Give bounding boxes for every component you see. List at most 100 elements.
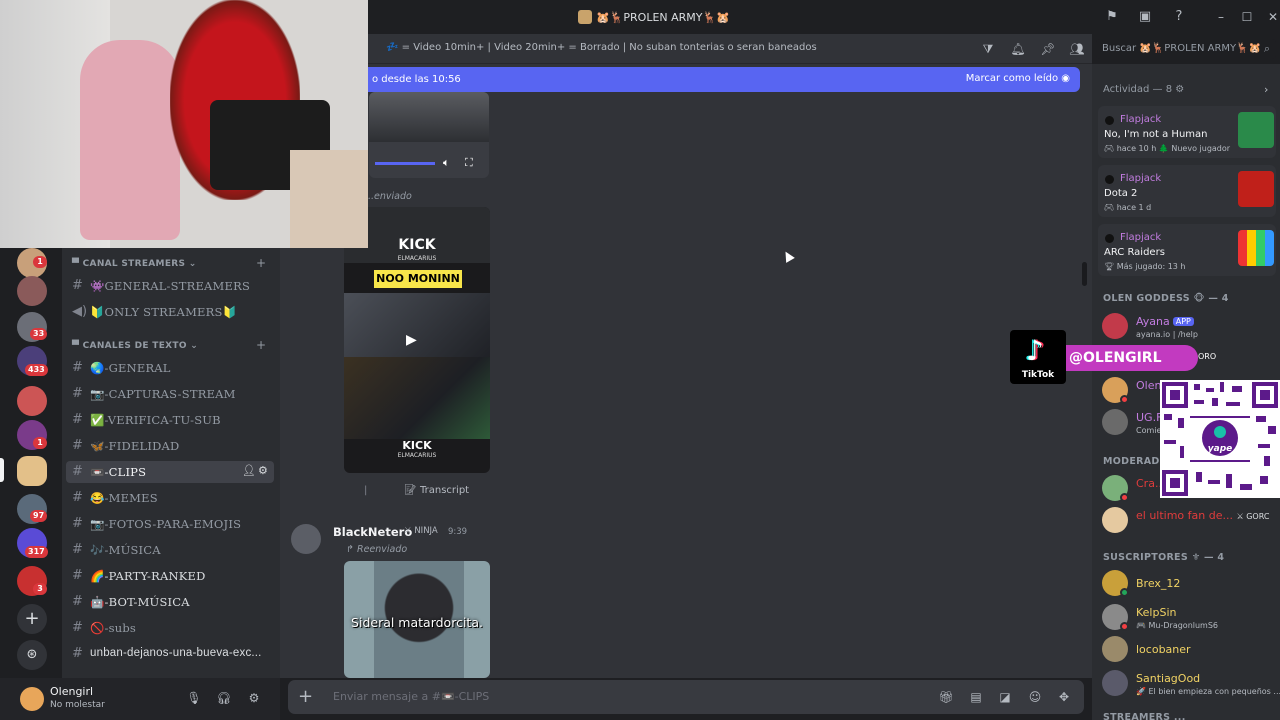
- activity-card[interactable]: Flapjack Dota 2 🎮︎ hace 1 d: [1098, 165, 1276, 217]
- avatar: [1102, 670, 1128, 696]
- channel-bot-musica[interactable]: # 🤖-BOT-MÚSICA: [66, 591, 274, 613]
- search-input[interactable]: Buscar 🐹🦌PROLEN ARMY🦌🐹 ⌕: [1096, 39, 1276, 59]
- server-icon[interactable]: [17, 456, 47, 486]
- minimize-button[interactable]: –: [1212, 8, 1230, 26]
- game-thumbnail: [1238, 112, 1274, 148]
- volume-icon[interactable]: 🔈︎: [443, 156, 450, 170]
- channel-clips[interactable]: # 📼-CLIPS 👤︎ ⚙: [66, 461, 274, 483]
- server-badge: 33: [30, 328, 48, 340]
- channel-fidelidad[interactable]: # 🦋-FIDELIDAD: [66, 435, 274, 457]
- channel-musica[interactable]: # 🎶-MÚSICA: [66, 539, 274, 561]
- add-server-button[interactable]: +: [17, 604, 47, 634]
- chevron-right-icon[interactable]: ›: [1264, 83, 1268, 96]
- transcript-icon: 📝︎: [404, 485, 417, 496]
- channel-fotos-para-emojis[interactable]: # 📷-FOTOS-PARA-EMOJIS: [66, 513, 274, 535]
- message-input[interactable]: + Enviar mensaje a #📼-CLIPS 🎁︎ ▤ ◪ ☺ ✥: [288, 680, 1084, 714]
- gift-icon[interactable]: 🎁︎: [938, 689, 954, 705]
- hash-icon: #: [72, 464, 83, 479]
- channel-sidebar: ▀ CANAL STREAMERS ⌄ + # 👾GENERAL-STREAMER…: [62, 248, 280, 680]
- member-group-header: OLEN GODDESS 🐵 — 4: [1103, 293, 1229, 304]
- search-icon: ⌕: [1263, 42, 1270, 55]
- notification-bell-icon[interactable]: 🔔︎: [1010, 41, 1026, 57]
- channel-capturas-stream[interactable]: # 📷-CAPTURAS-STREAM: [66, 383, 274, 405]
- help-icon[interactable]: ?: [1171, 9, 1187, 25]
- gif-icon[interactable]: ▤: [968, 689, 984, 705]
- sticker-icon[interactable]: ◪: [997, 689, 1013, 705]
- pin-icon[interactable]: 📌︎: [1040, 41, 1056, 57]
- member-item[interactable]: Ayana APP ayana.io | /help: [1102, 310, 1278, 344]
- channel-topic[interactable]: 💤 = Video 10min+ | Video 20min+ = Borrad…: [386, 42, 817, 53]
- channel-general[interactable]: # 🌏-GENERAL: [66, 357, 274, 379]
- member-item[interactable]: KelpSin 🎮 Mu-DragonlumS6: [1102, 601, 1278, 635]
- channel-subs[interactable]: # 🚫-subs: [66, 617, 274, 639]
- maximize-button[interactable]: ☐: [1238, 8, 1256, 26]
- attach-plus-icon[interactable]: +: [298, 686, 313, 707]
- server-avatar-icon: [578, 10, 592, 24]
- user-settings-gear-icon[interactable]: ⚙: [246, 690, 262, 706]
- settings-gear-icon[interactable]: ⚙: [258, 464, 268, 477]
- user-panel: Olengirl No molestar 🎙︎ 🎧︎ ⚙: [0, 678, 280, 720]
- inbox-icon[interactable]: ▣: [1137, 9, 1153, 25]
- message-author[interactable]: BlackNetero: [333, 525, 412, 539]
- avatar: [1102, 507, 1128, 533]
- channel-only-streamers[interactable]: ◀) 🔰ONLY STREAMERS🔰: [66, 301, 274, 323]
- status-dnd-icon: [1120, 493, 1129, 502]
- video-progress-bar[interactable]: [375, 162, 435, 165]
- play-icon[interactable]: ▶: [406, 332, 417, 348]
- channel-unban[interactable]: # unban-dejanos-una-bueva-exc...: [66, 643, 274, 665]
- category-canal-streamers[interactable]: ▀ CANAL STREAMERS ⌄: [72, 259, 197, 269]
- channel-memes[interactable]: # 😂-MEMES: [66, 487, 274, 509]
- member-item[interactable]: locobaner: [1102, 633, 1278, 667]
- category-canales-de-texto[interactable]: ▀ CANALES DE TEXTO ⌄: [72, 341, 198, 351]
- close-button[interactable]: ✕: [1264, 8, 1280, 26]
- member-item[interactable]: SantiagOod 🚀 El bien empieza con pequeño…: [1102, 667, 1280, 701]
- avatar[interactable]: [291, 524, 321, 554]
- qr-code-icon: [1160, 380, 1280, 498]
- server-badge: 317: [25, 546, 48, 558]
- server-icon[interactable]: [17, 386, 47, 416]
- invite-icon[interactable]: 👤︎: [242, 464, 256, 477]
- clip-thumbnail-2[interactable]: Sideral matardorcita.: [344, 561, 490, 678]
- member-group-header: STREAMERS ...: [1103, 712, 1186, 720]
- user-dot: [1105, 175, 1114, 184]
- headphones-icon[interactable]: 🎧︎: [216, 690, 232, 706]
- server-badge: 433: [25, 364, 48, 376]
- activity-header[interactable]: Actividad — 8 ⚙: [1103, 84, 1184, 95]
- status-dnd-icon: [1120, 395, 1129, 404]
- microphone-icon[interactable]: 🎙︎: [186, 690, 202, 706]
- member-item[interactable]: Cra...el ultimo fan de... ⚔︎ GORC: [1102, 504, 1278, 538]
- apps-icon[interactable]: ✥: [1056, 689, 1072, 705]
- mark-as-read-button[interactable]: Marcar como leído ◉: [966, 73, 1070, 84]
- add-channel-icon[interactable]: +: [256, 338, 266, 352]
- server-icon[interactable]: [17, 276, 47, 306]
- explore-compass-icon[interactable]: ⊛: [17, 640, 47, 670]
- forwarded-label: ↱ Reenviado: [346, 544, 408, 555]
- hash-icon: #: [72, 386, 83, 401]
- fullscreen-icon[interactable]: ⛶: [465, 156, 473, 170]
- emoji-icon[interactable]: ☺: [1027, 689, 1043, 705]
- hash-icon: #: [72, 438, 83, 453]
- avatar[interactable]: [20, 687, 44, 711]
- flag-icon[interactable]: ⚑: [1104, 9, 1120, 25]
- game-thumbnail: [1238, 230, 1274, 266]
- channel-party-ranked[interactable]: # 🌈-PARTY-RANKED: [66, 565, 274, 587]
- activity-card[interactable]: Flapjack No, I'm not a Human 🎮︎ hace 10 …: [1098, 106, 1276, 158]
- add-channel-icon[interactable]: +: [256, 256, 266, 270]
- user-name[interactable]: Olengirl: [50, 685, 93, 698]
- video-embed-1[interactable]: 🔈︎ ⛶: [369, 92, 489, 178]
- member-list-icon[interactable]: 👥︎: [1069, 41, 1085, 57]
- channel-verifica-tu-sub[interactable]: # ✅-VERIFICA-TU-SUB: [66, 409, 274, 431]
- divider-icon: |: [364, 485, 368, 496]
- avatar: [1102, 636, 1128, 662]
- transcript-bar[interactable]: | 📝︎ Transcript: [344, 480, 490, 502]
- threads-icon[interactable]: ⧩: [980, 41, 996, 57]
- member-item[interactable]: Brex_12: [1102, 567, 1278, 601]
- activity-card[interactable]: Flapjack ARC Raiders 🏆︎ Más jugado: 13 h: [1098, 224, 1276, 276]
- chat-scrollbar[interactable]: [1082, 262, 1087, 286]
- channel-general-streamers[interactable]: # 👾GENERAL-STREAMERS: [66, 275, 274, 297]
- speaker-icon: ◀): [72, 304, 88, 319]
- user-dot: [1105, 234, 1114, 243]
- new-messages-bar[interactable]: o desde las 10:56 Marcar como leído ◉: [368, 67, 1080, 92]
- status-dnd-icon: [1120, 622, 1129, 631]
- hash-icon: #: [72, 278, 83, 293]
